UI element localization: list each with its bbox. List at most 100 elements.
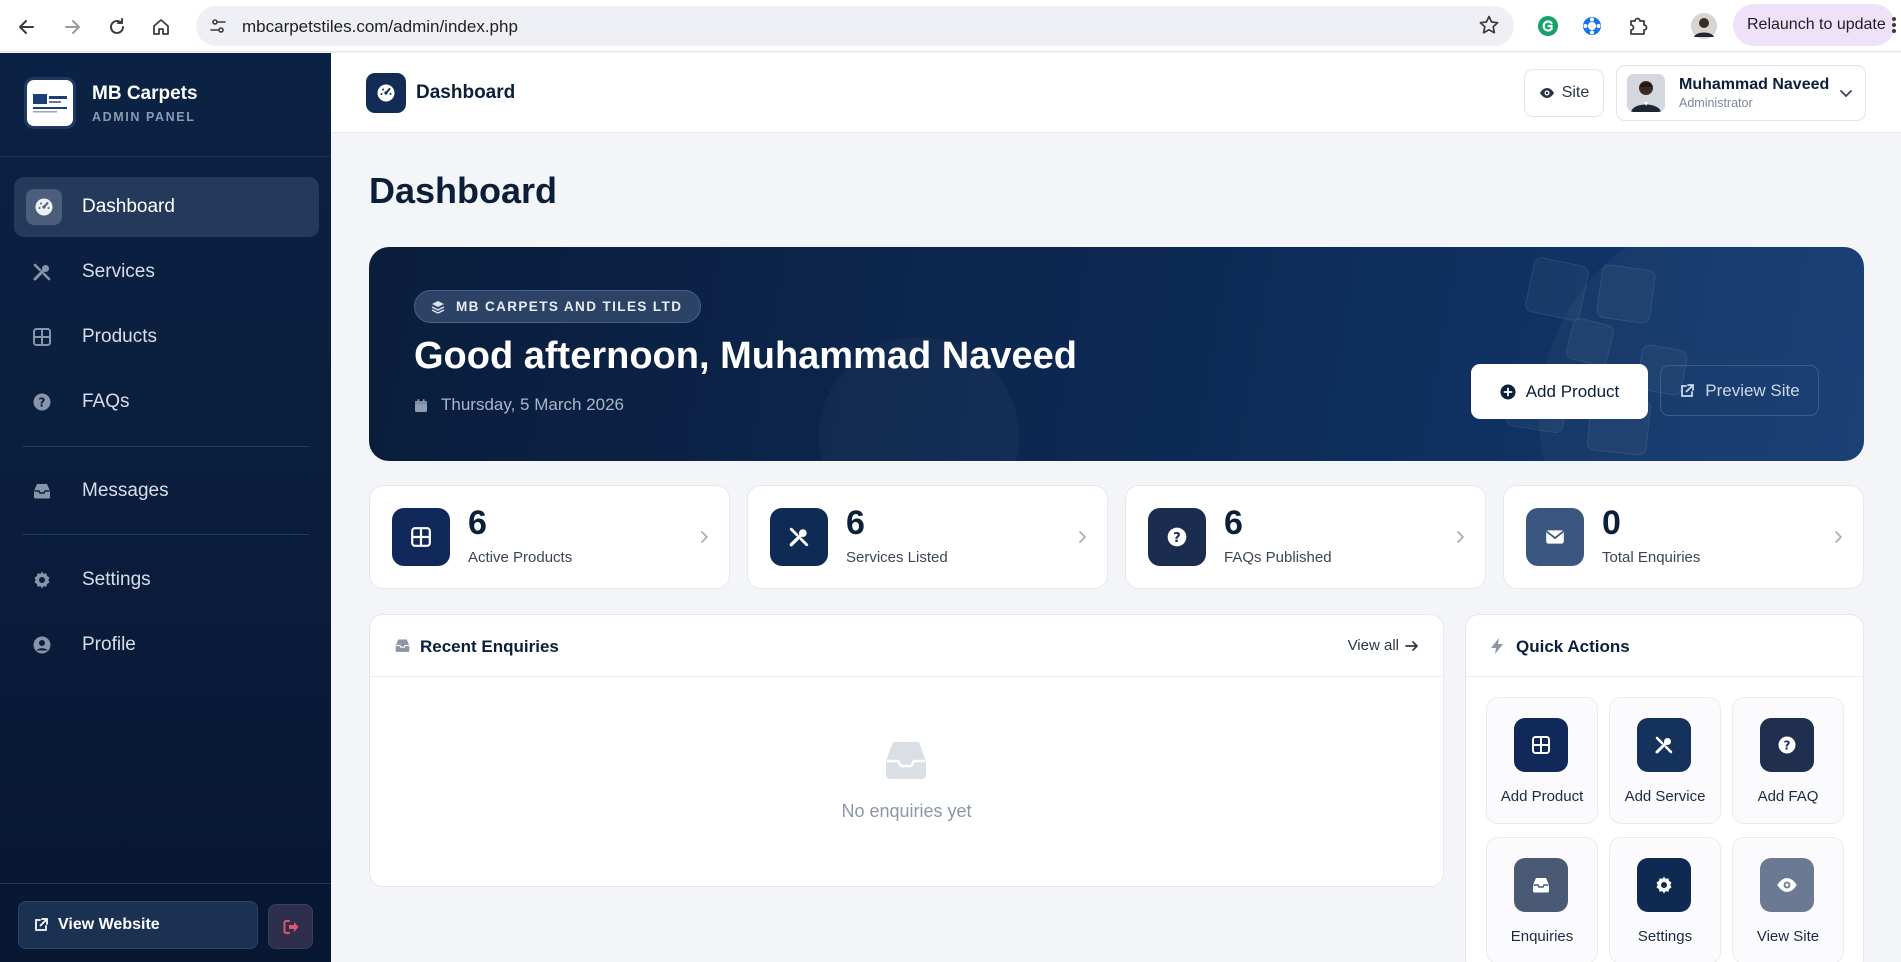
grid-icon [28,323,56,351]
profile-avatar-icon[interactable] [1689,11,1719,41]
logout-button[interactable] [268,904,313,949]
quick-action-enquiries[interactable]: Enquiries [1486,837,1598,962]
extension-icon[interactable] [1577,11,1607,41]
tools-icon [1637,718,1691,772]
stat-label: Active Products [468,549,573,566]
panel-header: Quick Actions [1466,615,1863,677]
quick-action-label: Add Service [1624,788,1706,805]
home-button[interactable] [144,10,178,44]
stat-label: Total Enquiries [1602,549,1701,566]
sidebar-divider [22,534,309,535]
quick-actions-panel: Quick Actions Add Product Add Service ? … [1465,614,1864,962]
quick-action-label: Settings [1637,928,1693,945]
url-text[interactable]: mbcarpetstiles.com/admin/index.php [242,17,518,37]
bolt-icon [1490,637,1504,655]
preview-site-label: Preview Site [1705,380,1800,400]
gauge-icon [366,73,406,113]
inbox-icon [28,477,56,505]
sidebar-item-label: Services [82,261,155,282]
stat-card-enquiries[interactable]: 0 Total Enquiries [1503,485,1864,589]
add-product-label: Add Product [1525,381,1620,401]
reload-button[interactable] [100,10,134,44]
sidebar-item-label: Dashboard [82,196,175,217]
quick-action-label: Add FAQ [1757,788,1819,805]
relaunch-label: Relaunch to update [1747,16,1886,33]
quick-action-add-faq[interactable]: ? Add FAQ [1732,697,1844,824]
preview-site-button[interactable]: Preview Site [1660,365,1819,416]
panel-title: Recent Enquiries [420,637,559,656]
site-button[interactable]: Site [1524,69,1604,117]
external-link-icon [33,917,49,933]
stat-card-products[interactable]: 6 Active Products [369,485,730,589]
sidebar-item-label: Messages [82,480,169,501]
arrow-right-icon [65,20,80,34]
decorative-tile [1523,255,1591,323]
sidebar-item-settings[interactable]: Settings [14,550,319,610]
back-button[interactable] [10,10,44,44]
chevron-down-icon [1839,86,1853,100]
panel-header: Recent Enquiries View all [370,615,1443,677]
browser-toolbar: mbcarpetstiles.com/admin/index.php Relau… [0,0,1901,52]
sidebar-divider [22,446,309,447]
relaunch-update-button[interactable]: Relaunch to update [1733,4,1897,46]
quick-action-view-site[interactable]: View Site [1732,837,1844,962]
envelope-icon [1526,508,1584,566]
sign-out-icon [283,919,298,934]
site-info-icon[interactable] [204,12,232,40]
sidebar-item-products[interactable]: Products [14,307,319,367]
view-all-link[interactable]: View all [1348,637,1419,654]
current-date-text: Thursday, 5 March 2026 [441,395,624,414]
sidebar-item-messages[interactable]: Messages [14,461,319,521]
question-icon: ? [1148,508,1206,566]
inbox-icon [1514,858,1568,912]
eye-icon [1539,88,1554,98]
recent-enquiries-panel: Recent Enquiries View all No enquiries y… [369,614,1444,887]
quick-action-label: Enquiries [1510,928,1574,945]
sidebar-item-faqs[interactable]: ? FAQs [14,372,319,432]
forward-button[interactable] [55,10,89,44]
grid-icon [392,508,450,566]
company-name: MB CARPETS AND TILES LTD [456,299,683,314]
arrow-left-icon [19,20,34,34]
brand-logo [24,77,76,129]
home-icon [153,19,169,35]
reload-icon [110,18,124,34]
quick-action-settings[interactable]: Settings [1609,837,1721,962]
stat-card-faqs[interactable]: ? 6 FAQs Published [1125,485,1486,589]
chevron-right-icon [1833,530,1843,544]
user-role: Administrator [1679,96,1753,110]
quick-action-label: View Site [1756,928,1820,945]
sidebar-item-dashboard[interactable]: Dashboard [14,177,319,237]
sidebar-footer: View Website [0,883,331,962]
puzzle-extensions-icon[interactable] [1623,11,1653,41]
more-vert-icon[interactable] [1891,16,1897,34]
stat-label: Services Listed [846,549,948,566]
sidebar-item-profile[interactable]: Profile [14,615,319,675]
chevron-right-icon [1455,530,1465,544]
view-website-button[interactable]: View Website [18,901,258,949]
sidebar-item-label: Products [82,326,157,347]
address-bar[interactable]: mbcarpetstiles.com/admin/index.php [196,6,1514,46]
topbar-title: Dashboard [416,82,516,103]
sidebar-item-label: Profile [82,634,136,655]
quick-action-add-service[interactable]: Add Service [1609,697,1721,824]
gauge-icon [26,189,62,225]
quick-action-add-product[interactable]: Add Product [1486,697,1598,824]
arrow-right-icon [1405,640,1418,651]
sidebar-item-services[interactable]: Services [14,242,319,302]
avatar [1627,74,1665,112]
user-menu[interactable]: Muhammad Naveed Administrator [1616,65,1866,121]
stat-value: 6 [1224,504,1243,542]
calendar-icon [415,398,427,412]
user-name: Muhammad Naveed [1679,76,1830,93]
brand[interactable]: MB Carpets ADMIN PANEL [0,53,331,157]
user-icon [28,631,56,659]
bookmark-star-icon[interactable] [1478,14,1500,36]
svg-text:?: ? [39,396,46,410]
company-badge: MB CARPETS AND TILES LTD [414,290,702,323]
stat-card-services[interactable]: 6 Services Listed [747,485,1108,589]
stat-value: 6 [846,504,865,542]
add-product-button[interactable]: Add Product [1471,364,1648,419]
site-button-label: Site [1561,84,1590,101]
grammarly-extension-icon[interactable] [1533,11,1563,41]
